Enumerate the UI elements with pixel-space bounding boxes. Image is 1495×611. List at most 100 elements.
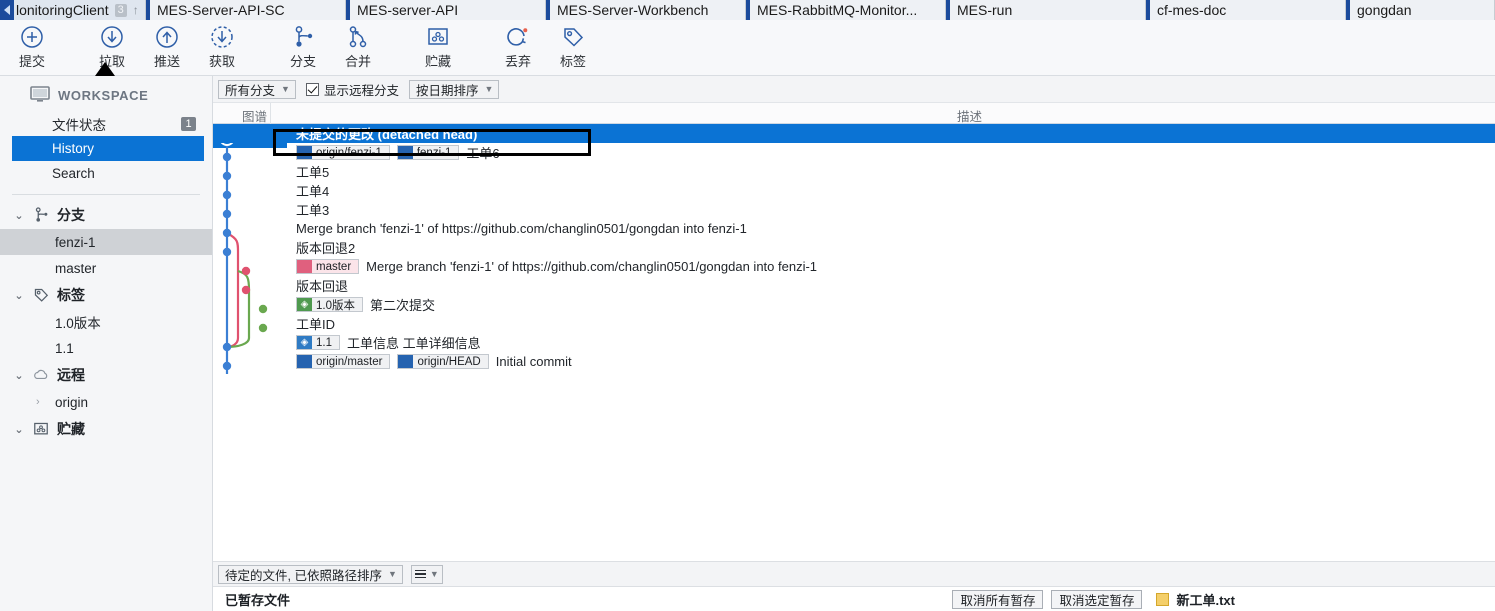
sidebar-item-label: fenzi-1 [55,235,96,250]
commit-row[interactable]: Merge branch 'fenzi-1' of https://github… [213,219,1495,238]
sidebar-group-tag[interactable]: ⌄ 标签 [0,281,212,309]
sidebar-divider [12,194,200,195]
sort-order-select[interactable]: 按日期排序 ▼ [409,80,499,99]
pending-files-select[interactable]: 待定的文件, 已依照路径排序 ▼ [218,565,403,584]
branch-badge-icon: 𝕅 [398,355,413,368]
discard-refresh-icon [505,22,531,52]
ref-badge-label: origin/HEAD [413,355,487,368]
repo-tab-4[interactable]: MES-RabbitMQ-Monitor... [746,0,946,20]
commit-row[interactable]: 𝕅 origin/master 𝕅 origin/HEAD Initial commit [213,352,1495,371]
ref-badge[interactable]: ◈ 1.0版本 [296,297,363,312]
commit-rows: 未提交的更改 (detached head) 𝕅 origin/fenzi-1 𝕅 fe… [213,124,1495,371]
repo-tab-2[interactable]: MES-server-API [346,0,546,20]
tag-badge-icon: ◈ [297,336,312,349]
column-header-description: 描述 [957,106,982,125]
toolbar-button-commit-plus[interactable]: 提交 [0,22,64,74]
repo-tab-1[interactable]: MES-Server-API-SC [146,0,346,20]
repo-tab-7[interactable]: gongdan [1346,0,1495,20]
tab-accent-bar [346,0,350,20]
chevron-down-icon: ▼ [484,84,496,94]
repo-tab-6[interactable]: cf-mes-doc [1146,0,1346,20]
sidebar-group-label: 分支 [57,205,85,225]
repo-tab-3[interactable]: MES-Server-Workbench [546,0,746,20]
chevron-down-icon: ▼ [388,569,400,579]
sidebar-item-search[interactable]: Search [0,161,212,186]
tag-icon [560,22,586,52]
commit-history-list[interactable]: 未提交的更改 (detached head) 𝕅 origin/fenzi-1 𝕅 fe… [213,124,1495,561]
branch-icon [31,206,51,224]
column-header-graph: 图谱 [242,106,267,125]
commit-row[interactable]: 工单ID [213,314,1495,333]
unstage-selected-button[interactable]: 取消选定暂存 [1051,590,1142,609]
unstage-all-button[interactable]: 取消所有暂存 [952,590,1043,609]
sidebar-item-fenzi-1[interactable]: fenzi-1 [0,229,212,255]
repo-tab-5[interactable]: MES-run [946,0,1146,20]
sidebar-group-label: 远程 [57,365,85,385]
commit-row[interactable]: 工单4 [213,181,1495,200]
commit-row[interactable]: ◈ 1.0版本 第二次提交 [213,295,1495,314]
sidebar-group-cloud[interactable]: ⌄ 远程 [0,361,212,389]
tab-count-badge: 3 [115,4,127,17]
chevron-down-icon: ▼ [281,84,293,94]
toolbar-button-stash-box[interactable]: 贮藏 [406,22,470,74]
tab-label: MES-RabbitMQ-Monitor... [757,2,917,18]
commit-row[interactable]: 𝕅 origin/fenzi-1 𝕅 fenzi-1 工单6 [213,143,1495,162]
merge-icon [345,22,371,52]
sidebar-item-1.0[interactable]: 1.0版本 [0,309,212,335]
tab-accent-bar [746,0,750,20]
tab-label: MES-server-API [357,2,458,18]
push-up-arrow-icon [154,22,180,52]
toolbar-button-fetch-dashed-down[interactable]: 获取 [190,22,254,74]
commit-row[interactable]: ◈ 1.1 工单信息 工单详细信息 [213,333,1495,352]
commit-row[interactable]: 𝕅 master Merge branch 'fenzi-1' of https:/… [213,257,1495,276]
staged-files-title: 已暂存文件 [225,590,290,609]
sidebar-group-label: 标签 [57,285,85,305]
unstage-selected-label: 取消选定暂存 [1059,590,1134,609]
commit-row[interactable]: 工单5 [213,162,1495,181]
branch-filter-select[interactable]: 所有分支 ▼ [218,80,296,99]
toolbar-button-label: 分支 [290,51,316,70]
toolbar-button-tag[interactable]: 标签 [541,22,605,74]
sidebar-item-label: 1.1 [55,341,74,356]
show-remote-branches-checkbox[interactable]: 显示远程分支 [306,80,399,99]
staged-file-item[interactable]: 新工单.txt [1156,590,1235,609]
ref-badge[interactable]: 𝕅 master [296,259,359,274]
commit-row[interactable]: 版本回退 [213,276,1495,295]
sidebar-nav-list: 文件状态 1 History Search [0,111,212,186]
pending-files-value: 待定的文件, 已依照路径排序 [225,565,382,584]
list-view-button[interactable]: ▼ [411,565,443,584]
checkbox-box [306,83,319,96]
tab-label: MES-Server-Workbench [557,2,708,18]
toolbar-button-label: 推送 [154,51,180,70]
tab-accent-bar [1146,0,1150,20]
sidebar-item-history[interactable]: History [12,136,204,161]
sidebar-group-branch[interactable]: ⌄ 分支 [0,201,212,229]
toolbar-button-label: 获取 [209,51,235,70]
staged-files-bar: 已暂存文件 取消所有暂存 取消选定暂存 新工单.txt [213,587,1495,611]
workspace-header: WORKSPACE [0,76,212,111]
commit-row[interactable]: 工单3 [213,200,1495,219]
sidebar-group-stash-box[interactable]: ⌄ 贮藏 [0,415,212,443]
toolbar-button-merge[interactable]: 合并 [326,22,390,74]
branch-badge-icon: 𝕅 [398,146,413,159]
monitor-icon [30,86,50,105]
ref-badge[interactable]: 𝕅 origin/master [296,354,390,369]
ref-badge[interactable]: 𝕅 origin/fenzi-1 [296,145,390,160]
chevron-down-icon: ⌄ [13,369,25,382]
cloud-icon [31,366,51,384]
branch-icon [290,22,316,52]
sidebar-item-1.1[interactable]: 1.1 [0,335,212,361]
commit-row[interactable]: 版本回退2 [213,238,1495,257]
ref-badge-label: 1.0版本 [312,298,362,311]
commit-row[interactable]: 未提交的更改 (detached head) [213,124,1495,143]
ref-badge[interactable]: ◈ 1.1 [296,335,340,350]
ref-badge[interactable]: 𝕅 fenzi-1 [397,145,460,160]
sidebar-item-master[interactable]: master [0,255,212,281]
stash-box-icon [31,420,51,438]
repo-tab-0[interactable]: lonitoringClient 3 ↑ [0,0,146,20]
tab-label: lonitoringClient [16,2,109,18]
sidebar-item-文件状态[interactable]: 文件状态 1 [0,111,212,136]
sidebar-item-origin[interactable]: › origin [0,389,212,415]
commit-message: 未提交的更改 (detached head) [296,124,477,143]
ref-badge[interactable]: 𝕅 origin/HEAD [397,354,488,369]
